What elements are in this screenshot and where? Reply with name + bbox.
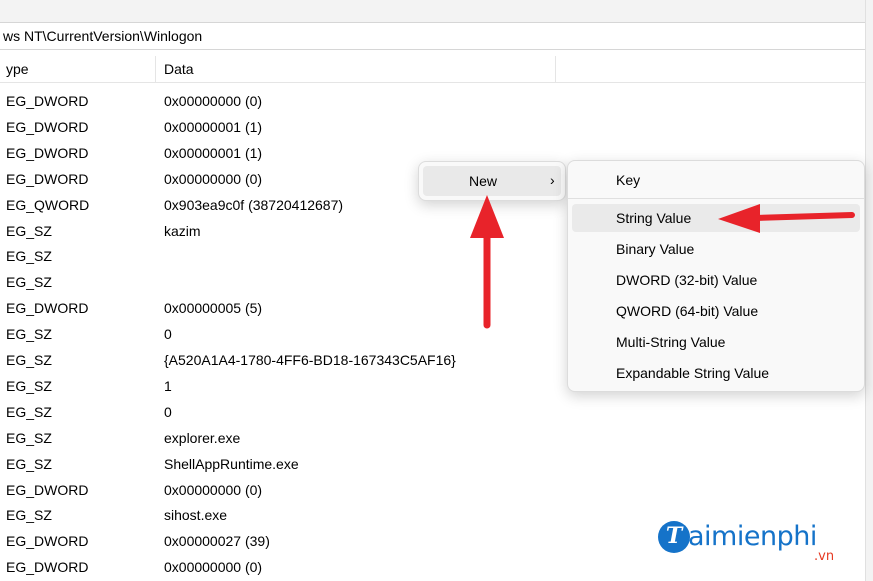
watermark-logo: T aimienphi .vn	[658, 518, 858, 568]
logo-icon-letter: T	[665, 523, 683, 549]
logo-icon: T	[658, 521, 690, 553]
annotation-arrows	[470, 195, 855, 329]
logo-brand: aimienphi	[688, 521, 817, 552]
logo-tld: .vn	[814, 549, 835, 564]
red-arrow-up-icon	[470, 195, 504, 329]
red-arrow-left-icon	[718, 204, 855, 233]
